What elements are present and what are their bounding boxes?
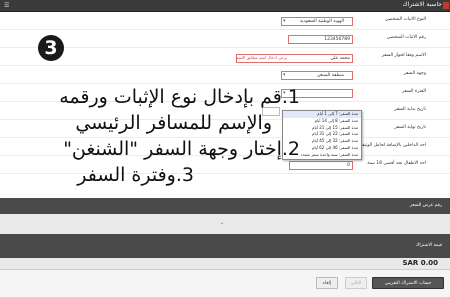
offer-number-title: رقم عرض السعر bbox=[409, 203, 442, 208]
page: ☰ حاسبة الاشتراك النوع الاثبات الشخصي ال… bbox=[0, 0, 450, 297]
next-button[interactable]: التالي bbox=[345, 277, 367, 289]
children-input[interactable]: 0 bbox=[289, 161, 353, 170]
period-option[interactable]: مدة السفر: 7 إلى 1 أيام bbox=[283, 111, 361, 118]
id-type-label: النوع الاثبات الشخصي bbox=[384, 17, 426, 22]
form-row-id-number: رقم الاثبات الشخصي 123456789 bbox=[0, 30, 450, 48]
end-date-label: تاريخ نهاية السفر bbox=[394, 125, 426, 130]
instruction-line: 1.قم بإدخال نوع الإثبات ورقمه bbox=[59, 86, 300, 108]
subscription-price: SAR 0.00 bbox=[402, 259, 438, 267]
instruction-line: 2.إختار وجهة السفر "الشنغن" bbox=[63, 138, 300, 160]
passport-name-label: الاسم وفقا لجواز السفر bbox=[381, 53, 426, 58]
period-label: الفترة السفر bbox=[402, 89, 426, 94]
subscription-value-section: قيمة الاشتراك bbox=[0, 234, 450, 258]
form-row-id-type: النوع الاثبات الشخصي الهوية الوطنية السع… bbox=[0, 12, 450, 30]
id-number-label: رقم الاثبات الشخصي bbox=[386, 35, 426, 40]
menu-icon[interactable]: ☰ bbox=[4, 2, 9, 9]
id-number-input[interactable]: 123456789 bbox=[288, 35, 353, 44]
destination-label: وجهة السفر bbox=[403, 71, 426, 76]
page-title: حاسبة الاشتراك bbox=[402, 1, 442, 8]
start-date-label: تاريخ بداية السفر bbox=[394, 107, 426, 112]
offer-number-body: ⌄ bbox=[0, 214, 450, 234]
price-bar: SAR 0.00 bbox=[0, 258, 450, 270]
children-label: احد الاطفال بحد أقصى 18 سنة bbox=[367, 161, 426, 166]
form-row-destination: وجهة السفر منطقة الشنغن bbox=[0, 66, 450, 84]
period-option[interactable]: مدة السفر: 15 إلى 21 أيام bbox=[283, 125, 361, 132]
chevron-down-icon[interactable]: ⌄ bbox=[220, 220, 224, 226]
period-option[interactable]: مدة السفر: 8 إلى 14 أيام bbox=[283, 118, 361, 125]
form-footer: إلغاء التالي حساب الاشتراك التقريبي bbox=[0, 270, 450, 297]
passport-name-hint: يرجي ادخال اسم مطابق الاسم bbox=[236, 55, 288, 60]
subscription-value-title: قيمة الاشتراك bbox=[415, 243, 442, 248]
adults-label: احد الداخلين بالإضافة لحامل الوثيقة bbox=[359, 143, 426, 148]
instruction-line: 3.وفترة السفر bbox=[77, 164, 194, 186]
brand-logo-icon bbox=[443, 2, 449, 9]
form-row-passport-name: الاسم وفقا لجواز السفر محمد علي يرجي ادخ… bbox=[0, 48, 450, 66]
step-number-badge: 3 bbox=[38, 35, 64, 61]
calculate-subscription-button[interactable]: حساب الاشتراك التقريبي bbox=[372, 277, 444, 289]
id-type-select[interactable]: الهوية الوطنية السعودية bbox=[281, 17, 353, 26]
destination-select[interactable]: منطقة الشنغن bbox=[281, 71, 353, 80]
app-header: ☰ حاسبة الاشتراك bbox=[0, 0, 450, 12]
offer-number-section[interactable]: رقم عرض السعر bbox=[0, 198, 450, 214]
cancel-button[interactable]: إلغاء bbox=[316, 277, 338, 289]
instruction-line: والإسم للمسافر الرئيسي bbox=[75, 112, 272, 134]
